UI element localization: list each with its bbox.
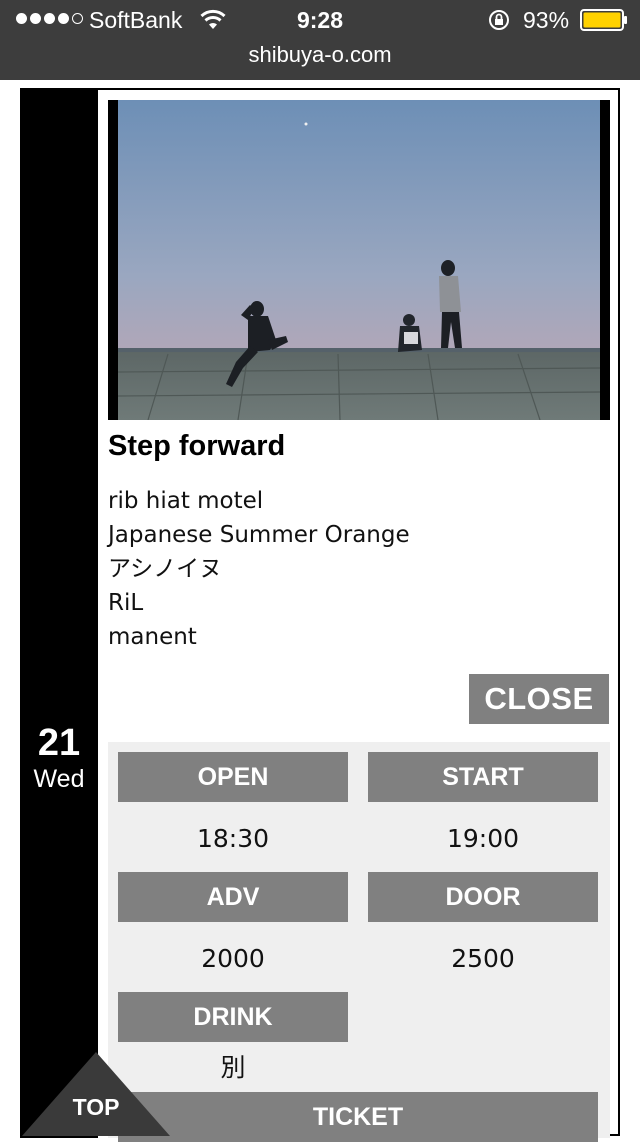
door-price: 2500 — [451, 943, 515, 973]
address-bar-url[interactable]: shibuya-o.com — [0, 42, 640, 68]
battery-percent: 93% — [523, 7, 570, 33]
artist-item: rib hiat motel — [108, 488, 264, 514]
start-time: 19:00 — [446, 823, 520, 853]
event-card: 21 Wed Step forward rib hiat motel Japan… — [20, 88, 620, 1142]
drink-label: DRINK — [118, 992, 348, 1042]
scroll-to-top-button[interactable]: TOP — [22, 1052, 170, 1136]
artist-item: Japanese Summer Orange — [108, 522, 410, 548]
artist-item: RiL — [108, 590, 144, 616]
artist-list: rib hiat motel Japanese Summer Orange アシ… — [108, 484, 410, 654]
open-label: OPEN — [118, 752, 348, 802]
event-info-panel: OPEN START 18:30 19:00 ADV DOOR 2000 250… — [108, 742, 610, 1142]
adv-label: ADV — [118, 872, 348, 922]
ticket-button[interactable]: TICKET — [118, 1092, 598, 1142]
artist-item: アシノイヌ — [108, 556, 223, 582]
top-label: TOP — [72, 1094, 120, 1120]
orientation-lock-icon — [489, 10, 509, 30]
adv-price: 2000 — [201, 943, 265, 973]
event-photo — [108, 100, 610, 420]
status-bar: SoftBank 9:28 93% shibuya-o.com — [0, 0, 640, 80]
event-day: 21 — [37, 722, 81, 764]
event-title: Step forward — [108, 430, 286, 462]
close-button[interactable]: CLOSE — [469, 674, 609, 724]
event-weekday: Wed — [33, 765, 85, 793]
start-label: START — [368, 752, 598, 802]
battery-icon — [580, 9, 627, 31]
open-time: 18:30 — [196, 823, 270, 853]
door-label: DOOR — [368, 872, 598, 922]
date-column: 21 Wed — [20, 90, 98, 1138]
artist-item: manent — [108, 624, 197, 650]
